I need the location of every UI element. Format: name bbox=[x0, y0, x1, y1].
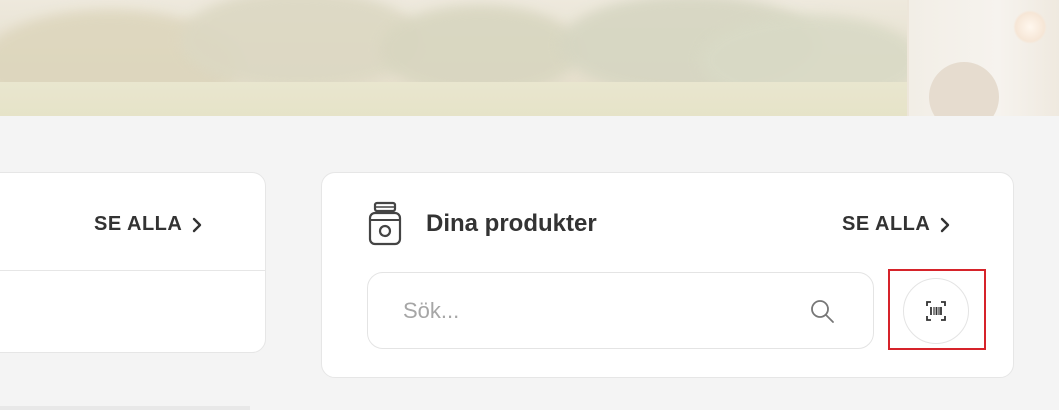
see-all-link[interactable]: SE ALLA bbox=[94, 213, 206, 236]
hero-banner-image bbox=[0, 0, 1059, 116]
scan-button-highlight bbox=[888, 269, 986, 350]
products-card-title: Dina produkter bbox=[426, 210, 597, 237]
card-divider bbox=[0, 270, 265, 271]
jar-icon bbox=[368, 201, 402, 246]
chevron-right-icon bbox=[941, 217, 950, 232]
products-card-header: Dina produkter bbox=[366, 201, 597, 247]
see-all-products-link[interactable]: SE ALLA bbox=[842, 213, 954, 236]
next-section-edge bbox=[0, 406, 250, 410]
chevron-right-icon bbox=[193, 217, 202, 232]
see-all-label: SE ALLA bbox=[94, 213, 183, 235]
see-all-label: SE ALLA bbox=[842, 213, 931, 235]
left-card: SE ALLA bbox=[0, 172, 266, 353]
product-search-input[interactable] bbox=[401, 296, 785, 325]
product-search-box bbox=[367, 272, 874, 349]
search-icon[interactable] bbox=[809, 298, 835, 324]
